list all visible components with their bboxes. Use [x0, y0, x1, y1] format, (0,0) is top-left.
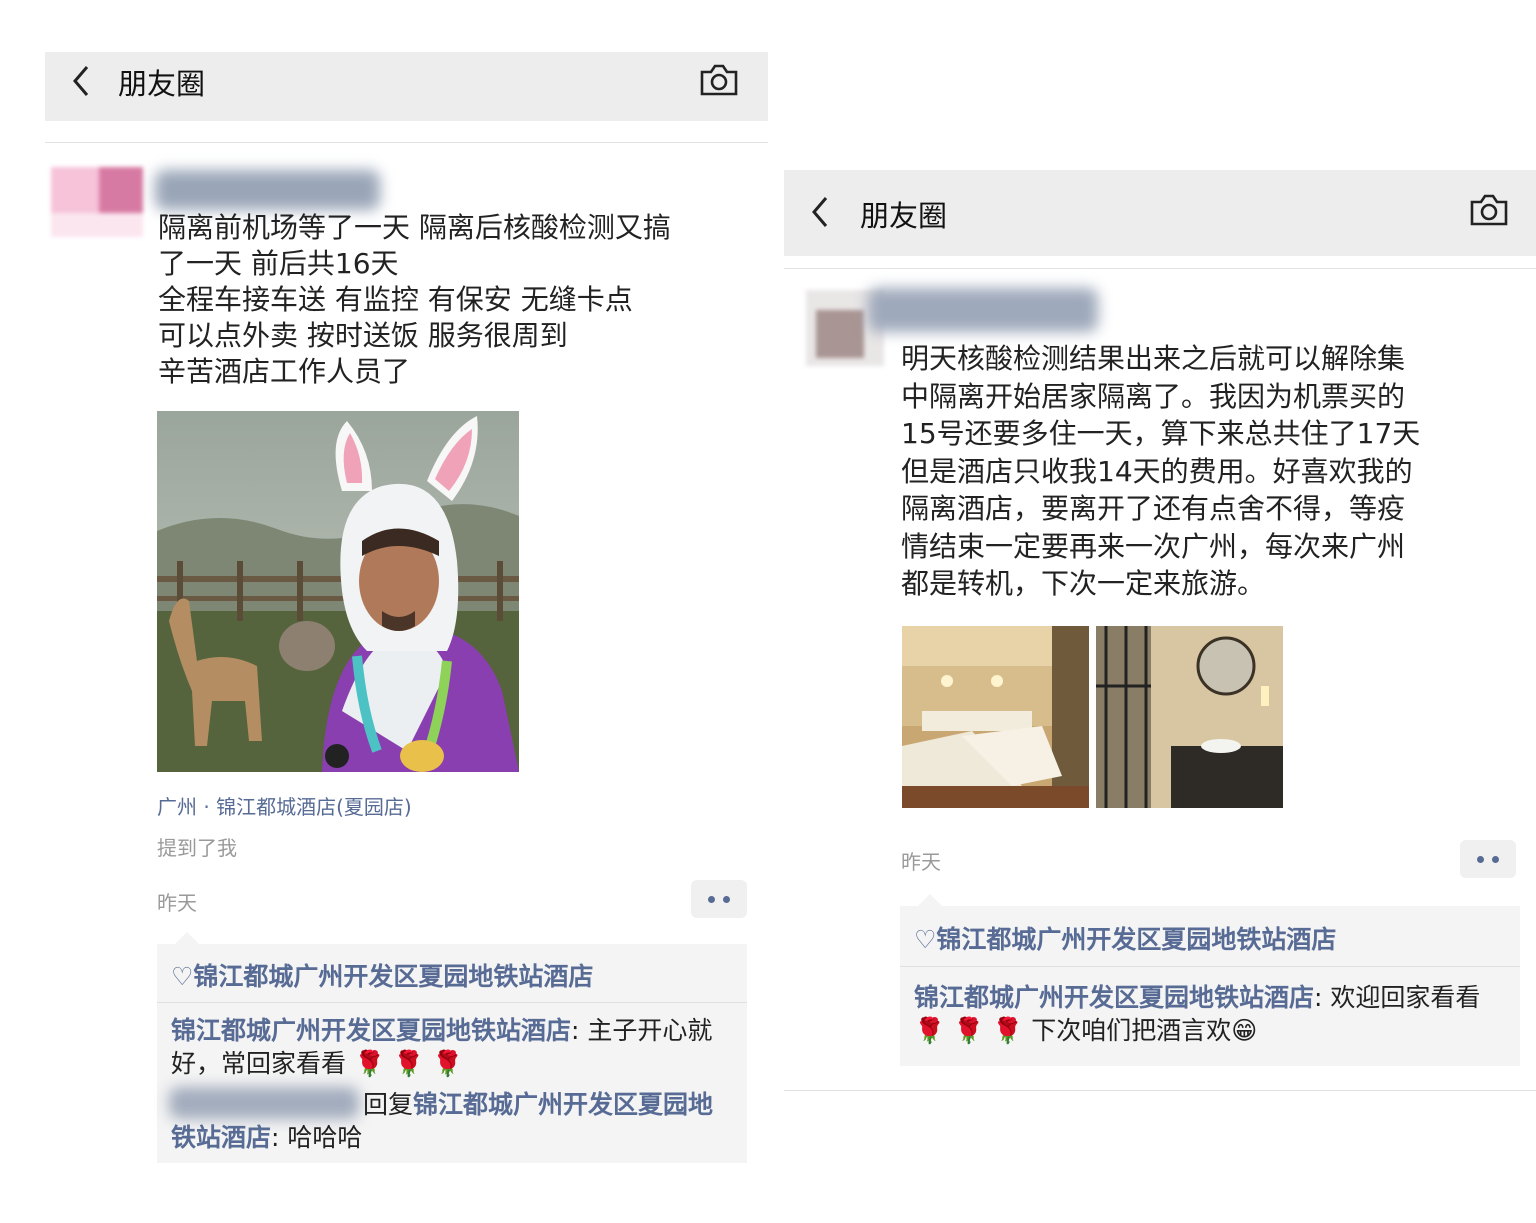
back-chevron-icon[interactable] [67, 61, 95, 107]
page-title: 朋友圈 [860, 199, 948, 233]
comment-separator: : [571, 1016, 588, 1045]
comment-box: ♡锦江都城广州开发区夏园地铁站酒店 锦江都城广州开发区夏园地铁站酒店: 主子开心… [157, 932, 747, 1163]
header-divider [784, 268, 1536, 269]
grin-emoji: 😁 [1231, 1016, 1258, 1045]
left-screenshot: 朋友圈 隔离前机场等了一天 隔离后核酸检测又搞 了一天 前后共16天 全程车接车… [45, 50, 769, 1170]
rose-emoji: 🌹 🌹 🌹 [914, 1016, 1024, 1045]
camera-icon[interactable] [1468, 192, 1510, 232]
more-dots-icon[interactable] [1460, 840, 1516, 878]
location-link[interactable]: 广州 · 锦江都城酒店(夏园店) [157, 791, 412, 820]
likes-line[interactable]: ♡锦江都城广州开发区夏园地铁站酒店 [914, 920, 1336, 956]
comment-item[interactable]: 锦江都城广州开发区夏园地铁站酒店: 欢迎回家看看 🌹 🌹 🌹 下次咱们把酒言欢😁 [914, 981, 1504, 1047]
camera-icon[interactable] [698, 62, 740, 102]
rose-emoji: 🌹 🌹 🌹 [353, 1049, 464, 1078]
comment-text-2: 下次咱们把酒言欢 [1031, 1016, 1232, 1045]
likes-divider [157, 1002, 747, 1003]
comment-separator: : [1314, 983, 1331, 1012]
more-dots-icon[interactable] [691, 880, 747, 918]
post-bottom-divider [784, 1090, 1536, 1091]
nickname-blurred[interactable] [868, 288, 1098, 332]
post-photo-bedroom[interactable] [902, 626, 1089, 808]
post-time: 昨天 [157, 891, 197, 915]
post-photo-bathroom[interactable] [1096, 626, 1283, 808]
likes-divider [900, 966, 1520, 967]
post-time: 昨天 [901, 850, 941, 874]
header-divider [45, 142, 768, 143]
comment-text: 欢迎回家看看 [1330, 983, 1481, 1012]
post-photo[interactable] [157, 411, 519, 772]
comment-author[interactable]: 锦江都城广州开发区夏园地铁站酒店 [171, 1016, 571, 1045]
back-chevron-icon[interactable] [806, 192, 834, 238]
reply-separator: : [271, 1123, 288, 1152]
avatar[interactable] [51, 167, 143, 237]
post-text: 明天核酸检测结果出来之后就可以解除集 中隔离开始居家隔离了。我因为机票买的 15… [901, 342, 1421, 600]
right-screenshot: 朋友圈 明天核酸检测结果出来之后就可以解除集 中隔离开始居家隔离了。我因为机票买… [784, 170, 1536, 1095]
reply-label: 回复 [363, 1090, 414, 1119]
comment-box: ♡锦江都城广州开发区夏园地铁站酒店 锦江都城广州开发区夏园地铁站酒店: 欢迎回家… [900, 894, 1520, 1066]
reply-target[interactable]: 锦江都城广州开发区夏园地铁站酒店 [171, 1090, 713, 1152]
comment-item[interactable]: 锦江都城广州开发区夏园地铁站酒店: 主子开心就好，常回家看看 🌹 🌹 🌹 [171, 1014, 731, 1080]
likes-line[interactable]: ♡锦江都城广州开发区夏园地铁站酒店 [171, 957, 593, 993]
post-text: 隔离前机场等了一天 隔离后核酸检测又搞 了一天 前后共16天 全程车接车送 有监… [158, 211, 671, 388]
page-title: 朋友圈 [118, 67, 206, 101]
comment-author[interactable]: 锦江都城广州开发区夏园地铁站酒店 [914, 983, 1314, 1012]
nickname-blurred[interactable] [155, 170, 380, 210]
reply-item[interactable]: 回复锦江都城广州开发区夏园地铁站酒店: 哈哈哈 [171, 1088, 731, 1154]
mention-label: 提到了我 [157, 836, 237, 860]
reply-text: 哈哈哈 [287, 1123, 363, 1152]
